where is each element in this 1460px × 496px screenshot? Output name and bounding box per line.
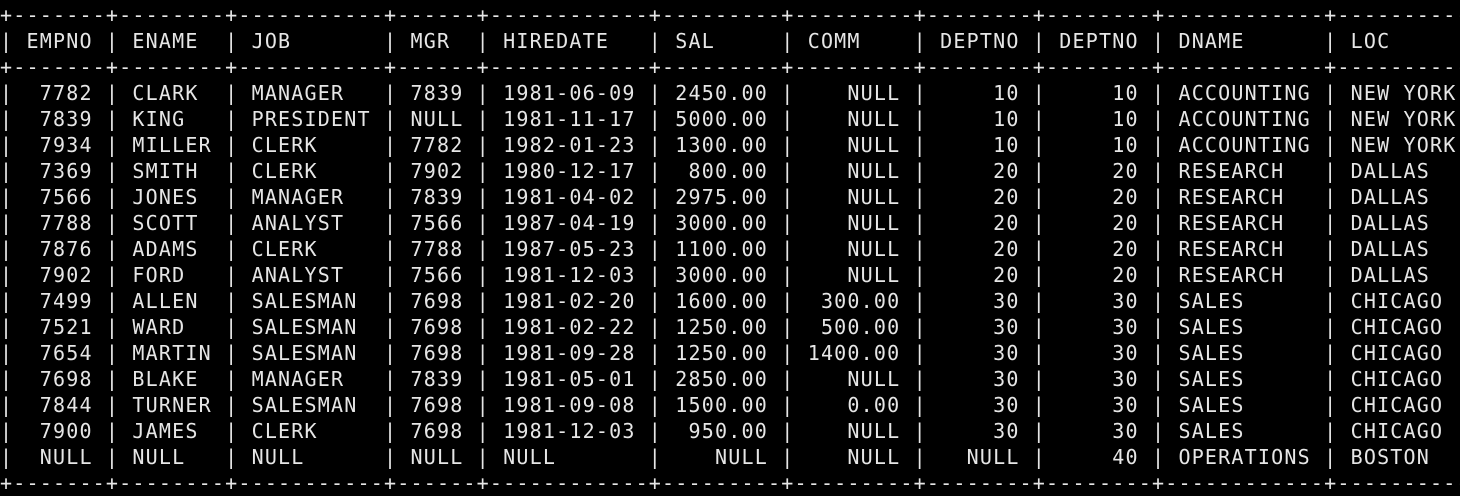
table-row: | 7902 | FORD | ANALYST | 7566 | 1981-12… (0, 263, 1460, 287)
table-top-border: +-------+--------+-----------+------+---… (0, 3, 1460, 27)
table-row: | 7369 | SMITH | CLERK | 7902 | 1980-12-… (0, 159, 1460, 183)
table-row: | 7934 | MILLER | CLERK | 7782 | 1982-01… (0, 133, 1460, 157)
table-row: | 7499 | ALLEN | SALESMAN | 7698 | 1981-… (0, 289, 1460, 313)
query-result-table: +-------+--------+-----------+------+---… (0, 0, 1460, 496)
table-row: | 7654 | MARTIN | SALESMAN | 7698 | 1981… (0, 341, 1460, 365)
table-row: | 7788 | SCOTT | ANALYST | 7566 | 1987-0… (0, 211, 1460, 235)
table-row: | 7566 | JONES | MANAGER | 7839 | 1981-0… (0, 185, 1460, 209)
table-header-border: +-------+--------+-----------+------+---… (0, 55, 1460, 79)
table-header-row: | EMPNO | ENAME | JOB | MGR | HIREDATE |… (0, 29, 1460, 53)
table-row: | 7521 | WARD | SALESMAN | 7698 | 1981-0… (0, 315, 1460, 339)
table-row: | 7839 | KING | PRESIDENT | NULL | 1981-… (0, 107, 1460, 131)
terminal-window: +-------+--------+-----------+------+---… (0, 0, 1460, 495)
table-row: | 7698 | BLAKE | MANAGER | 7839 | 1981-0… (0, 367, 1460, 391)
table-row: | 7844 | TURNER | SALESMAN | 7698 | 1981… (0, 393, 1460, 417)
table-row: | 7900 | JAMES | CLERK | 7698 | 1981-12-… (0, 419, 1460, 443)
table-row: | NULL | NULL | NULL | NULL | NULL | NUL… (0, 445, 1460, 469)
table-bottom-border: +-------+--------+-----------+------+---… (0, 471, 1460, 495)
table-row: | 7876 | ADAMS | CLERK | 7788 | 1987-05-… (0, 237, 1460, 261)
table-row: | 7782 | CLARK | MANAGER | 7839 | 1981-0… (0, 81, 1460, 105)
